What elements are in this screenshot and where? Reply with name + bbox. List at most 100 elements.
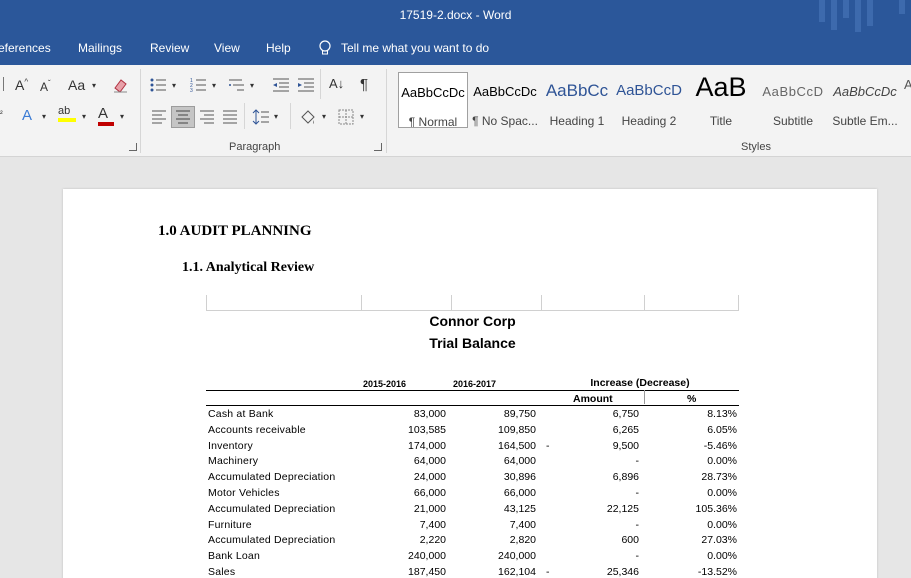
text-effects-icon[interactable]: A xyxy=(22,107,32,124)
align-center-button[interactable] xyxy=(171,106,195,128)
cell-percent: 6.05% xyxy=(707,423,737,436)
cell-2015-2016: 103,585 xyxy=(408,423,446,436)
cell-percent: 27.03% xyxy=(701,534,737,547)
chevron-down-icon[interactable]: ▾ xyxy=(42,112,46,121)
chevron-down-icon[interactable]: ▾ xyxy=(212,81,216,90)
style-no-spacing[interactable]: AaBbCcDc ¶ No Spac... xyxy=(470,72,540,128)
shading-icon[interactable] xyxy=(298,107,318,127)
row-label: Accounts receivable xyxy=(208,423,306,436)
grow-font-icon[interactable]: A^ xyxy=(15,77,28,93)
cell-percent: 0.00% xyxy=(707,518,737,531)
style-more-edge[interactable]: A xyxy=(904,77,911,92)
cell-amount: 6,896 xyxy=(612,471,639,484)
cell-2015-2016: 21,000 xyxy=(413,502,446,515)
style-normal[interactable]: AaBbCcDc ¶ Normal xyxy=(398,72,468,128)
cell-amount: - xyxy=(635,486,640,499)
font-size-box-edge[interactable] xyxy=(0,77,4,91)
increase-indent-icon[interactable] xyxy=(297,77,315,93)
chevron-down-icon[interactable]: ▾ xyxy=(322,112,326,121)
group-separator xyxy=(386,69,387,153)
multilevel-list-icon[interactable] xyxy=(228,77,248,93)
table-row: Accumulated Depreciation 24,000 30,896 6,89… xyxy=(206,471,739,487)
cell-2016-2017: 240,000 xyxy=(498,550,536,563)
titlebar-decoration xyxy=(811,0,911,32)
font-color-icon[interactable]: A xyxy=(98,105,114,126)
chevron-down-icon[interactable]: ▾ xyxy=(360,112,364,121)
cell-amount: 600 xyxy=(621,534,639,547)
sheet-grid xyxy=(206,295,739,311)
numbering-icon[interactable]: 123 xyxy=(190,77,210,93)
align-left-icon[interactable] xyxy=(151,110,167,124)
shrink-font-icon[interactable]: Aˇ xyxy=(40,79,51,94)
document-area[interactable]: 1.0 AUDIT PLANNING 1.1. Analytical Revie… xyxy=(0,158,911,578)
column-divider xyxy=(644,390,645,404)
row-label: Motor Vehicles xyxy=(208,486,280,499)
borders-icon[interactable] xyxy=(338,109,354,125)
bullets-icon[interactable] xyxy=(150,77,170,93)
cell-2016-2017: 30,896 xyxy=(503,471,536,484)
change-case-icon[interactable]: Aa xyxy=(68,77,85,93)
row-label: Furniture xyxy=(208,518,252,531)
separator xyxy=(320,69,321,99)
cell-2016-2017: 7,400 xyxy=(509,518,536,531)
superscript-edge[interactable]: ² xyxy=(0,109,3,118)
style-heading-2[interactable]: AaBbCcD Heading 2 xyxy=(614,72,684,128)
clear-formatting-icon[interactable] xyxy=(112,76,130,94)
line-spacing-icon[interactable] xyxy=(252,108,270,126)
svg-text:3: 3 xyxy=(190,88,193,93)
ribbon-tabs: eferences Mailings Review View Help Tell… xyxy=(0,32,911,65)
tab-view[interactable]: View xyxy=(214,41,240,55)
embedded-spreadsheet[interactable]: Connor Corp Trial Balance 2015-2016 2016… xyxy=(206,295,739,578)
style-title[interactable]: AaB Title xyxy=(686,72,756,128)
row-label: Inventory xyxy=(208,439,253,452)
font-dialog-launcher-icon[interactable] xyxy=(129,143,137,151)
row-label: Bank Loan xyxy=(208,550,261,563)
document-page[interactable]: 1.0 AUDIT PLANNING 1.1. Analytical Revie… xyxy=(63,189,877,578)
cell-2015-2016: 66,000 xyxy=(413,486,446,499)
decrease-indent-icon[interactable] xyxy=(272,77,290,93)
col-header-increase: Increase (Decrease) xyxy=(590,377,690,389)
cell-amount: 6,750 xyxy=(612,408,639,420)
style-subtle-emphasis[interactable]: AaBbCcDc Subtle Em... xyxy=(830,72,900,128)
cell-2015-2016: 83,000 xyxy=(413,408,446,420)
tab-references[interactable]: eferences xyxy=(0,41,51,55)
cell-2015-2016: 174,000 xyxy=(408,439,446,452)
chevron-down-icon[interactable]: ▾ xyxy=(172,81,176,90)
highlight-icon[interactable]: ab xyxy=(58,105,76,122)
show-formatting-icon[interactable]: ¶ xyxy=(360,76,368,93)
table-row: Accumulated Depreciation 21,000 43,125 22,1… xyxy=(206,503,739,519)
tell-me-box[interactable]: Tell me what you want to do xyxy=(318,40,489,56)
cell-2016-2017: 43,125 xyxy=(503,502,536,515)
tab-mailings[interactable]: Mailings xyxy=(78,41,122,55)
group-separator xyxy=(140,69,141,153)
cell-percent: 105.36% xyxy=(695,502,737,515)
cell-2016-2017: 109,850 xyxy=(498,423,536,436)
tab-help[interactable]: Help xyxy=(266,41,291,55)
row-label: Sales xyxy=(208,565,236,578)
tab-review[interactable]: Review xyxy=(150,41,189,55)
cell-percent: -13.52% xyxy=(697,565,737,578)
style-subtitle[interactable]: AaBbCcD Subtitle xyxy=(758,72,828,128)
ribbon: A^ Aˇ Aa ▾ ² A ▾ ab ▾ A ▾ ▾ 123 ▾ ▾ A↓ ¶ xyxy=(0,65,911,157)
chevron-down-icon[interactable]: ▾ xyxy=(82,112,86,121)
chevron-down-icon[interactable]: ▾ xyxy=(92,81,96,90)
sort-icon[interactable]: A↓ xyxy=(329,76,344,91)
cell-2015-2016: 24,000 xyxy=(413,471,446,484)
row-label: Cash at Bank xyxy=(208,408,274,420)
align-right-icon[interactable] xyxy=(199,110,215,124)
cell-amount: 25,346 xyxy=(606,565,639,578)
subheader-rule xyxy=(206,405,739,406)
cell-2016-2017: 164,500 xyxy=(498,439,536,452)
justify-icon[interactable] xyxy=(222,110,238,124)
row-label: Accumulated Depreciation xyxy=(208,471,336,484)
chevron-down-icon[interactable]: ▾ xyxy=(250,81,254,90)
header-rule xyxy=(206,390,739,391)
table-row: Inventory 174,000 164,500- 9,500 -5.46% xyxy=(206,440,739,456)
chevron-down-icon[interactable]: ▾ xyxy=(120,112,124,121)
chevron-down-icon[interactable]: ▾ xyxy=(274,112,278,121)
paragraph-dialog-launcher-icon[interactable] xyxy=(374,143,382,151)
row-label: Accumulated Depreciation xyxy=(208,502,336,515)
style-heading-1[interactable]: AaBbCc Heading 1 xyxy=(542,72,612,128)
cell-amount: - xyxy=(635,455,640,468)
cell-amount: 22,125 xyxy=(606,502,639,515)
